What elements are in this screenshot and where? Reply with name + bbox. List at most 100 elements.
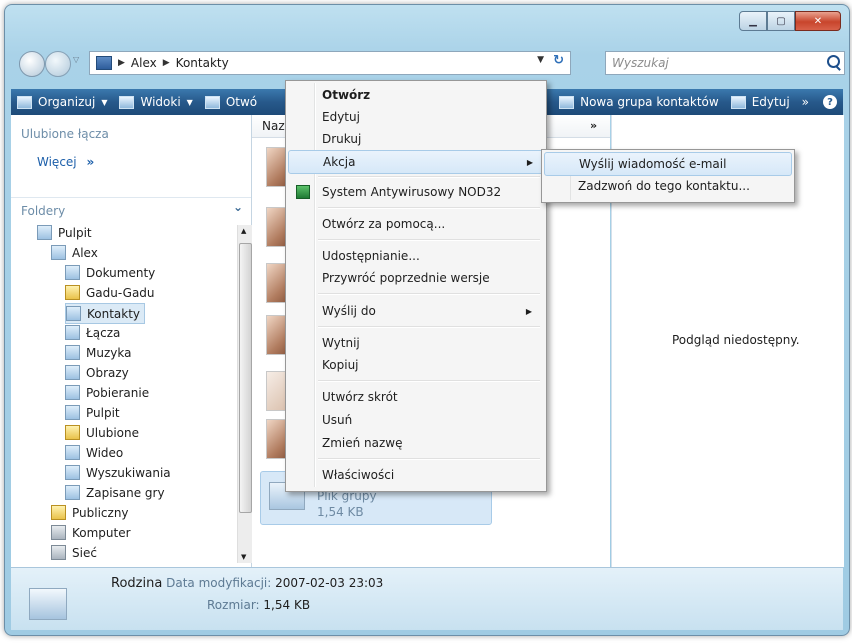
menu-item-delete[interactable]: Usuń	[288, 409, 542, 431]
menu-item-antivirus[interactable]: System Antywirusowy NOD32	[288, 181, 542, 203]
close-button[interactable]: ✕	[795, 11, 841, 31]
tree-item[interactable]: Łącza	[65, 323, 120, 342]
menu-item-open[interactable]: Otwórz	[288, 84, 542, 106]
open-button[interactable]: Otwó	[199, 89, 263, 115]
scroll-up-icon[interactable]: ▲	[241, 227, 246, 235]
collapse-chevron-icon[interactable]: ⌄	[233, 200, 243, 214]
tree-item[interactable]: Dokumenty	[65, 263, 155, 282]
tree-item[interactable]: Komputer	[51, 523, 131, 542]
menu-item-print[interactable]: Drukuj	[288, 128, 542, 150]
menu-item-label: Drukuj	[322, 132, 362, 146]
toolbar-overflow-button[interactable]: »	[796, 89, 815, 115]
folders-header: Foldery	[21, 204, 66, 218]
menu-item-send-email[interactable]: Wyślij wiadomość e-mail	[544, 152, 792, 176]
searches-icon	[65, 465, 80, 480]
edit-label: Edytuj	[751, 95, 790, 109]
search-icon[interactable]	[827, 55, 840, 68]
menu-item-create-shortcut[interactable]: Utwórz skrót	[288, 386, 542, 408]
menu-item-sharing[interactable]: Udostępnianie...	[288, 245, 542, 267]
folder-icon	[65, 285, 80, 300]
menu-item-label: Otwórz za pomocą...	[322, 217, 446, 231]
tree-item[interactable]: Zapisane gry	[65, 483, 165, 502]
breadcrumb-separator-icon[interactable]: ▶	[118, 58, 125, 68]
new-group-button[interactable]: Nowa grupa kontaktów	[553, 89, 725, 115]
menu-separator	[318, 207, 540, 209]
submenu-arrow-icon: ▶	[525, 306, 532, 316]
minimize-button[interactable]: ▁	[739, 11, 767, 31]
maximize-button[interactable]: ▢	[767, 11, 795, 31]
tree-item[interactable]: Alex	[51, 243, 98, 262]
back-button[interactable]	[19, 51, 45, 77]
breadcrumb-kontakty[interactable]: Kontakty	[176, 56, 229, 70]
columns-more-button[interactable]: »	[590, 119, 597, 132]
search-input[interactable]: Wyszukaj	[605, 51, 845, 75]
scrollbar-thumb[interactable]	[239, 243, 252, 513]
tree-item-label: Publiczny	[72, 505, 129, 520]
scroll-down-icon[interactable]: ▼	[241, 553, 246, 561]
menu-item-action[interactable]: Akcja ▶	[288, 150, 544, 174]
search-placeholder: Wyszukaj	[612, 56, 669, 70]
new-group-label: Nowa grupa kontaktów	[580, 95, 719, 109]
views-label: Widoki	[140, 95, 181, 109]
menu-separator	[318, 239, 540, 241]
documents-icon	[65, 265, 80, 280]
menu-item-call-contact[interactable]: Zadzwoń do tego kontaktu...	[544, 175, 790, 197]
menu-item-rename[interactable]: Zmień nazwę	[288, 432, 542, 454]
menu-item-label: Przywróć poprzednie wersje	[322, 271, 490, 285]
tree-item[interactable]: Obrazy	[65, 363, 129, 382]
tree-item-label: Gadu-Gadu	[86, 285, 155, 300]
tree-item[interactable]: Pobieranie	[65, 383, 149, 402]
edit-icon	[730, 95, 746, 109]
address-dropdown-icon[interactable]: ▼	[537, 55, 544, 65]
menu-item-edit[interactable]: Edytuj	[288, 106, 542, 128]
tree-item[interactable]: Sieć	[51, 543, 97, 562]
menu-item-label: Zmień nazwę	[322, 436, 403, 450]
favorites-more-link[interactable]: Więcej »	[37, 155, 94, 169]
tree-item[interactable]: Ulubione	[65, 423, 139, 442]
tree-item[interactable]: Muzyka	[65, 343, 131, 362]
breadcrumb-separator-icon[interactable]: ▶	[163, 58, 170, 68]
tree-item-label: Ulubione	[86, 425, 140, 440]
recent-pages-chevron-icon[interactable]: ▽	[73, 55, 79, 64]
menu-item-label: Zadzwoń do tego kontaktu...	[578, 179, 750, 193]
contacts-folder-icon	[96, 56, 112, 70]
menu-item-properties[interactable]: Właściwości	[288, 464, 542, 486]
tree-item[interactable]: Publiczny	[51, 503, 129, 522]
submenu-arrow-icon: ▶	[526, 157, 533, 167]
tree-item[interactable]: Pulpit	[37, 223, 92, 242]
nod32-icon	[296, 185, 310, 199]
context-menu: Otwórz Edytuj Drukuj Akcja ▶ System Antyw…	[285, 80, 547, 492]
tree-item[interactable]: Gadu-Gadu	[65, 283, 155, 302]
menu-item-copy[interactable]: Kopiuj	[288, 354, 542, 376]
computer-icon	[51, 525, 66, 540]
forward-button[interactable]	[45, 51, 71, 77]
folder-tree-scrollbar[interactable]: ▲ ▼	[237, 225, 252, 563]
tree-item-label: Alex	[72, 245, 98, 260]
refresh-icon[interactable]: ↻	[553, 53, 564, 68]
tree-item[interactable]: Pulpit	[65, 403, 120, 422]
size-label: Rozmiar:	[207, 598, 260, 612]
folders-header-bar[interactable]: Foldery ⌄	[11, 197, 251, 220]
chevron-down-icon: ▼	[101, 97, 108, 107]
address-bar[interactable]: ▶ Alex ▶ Kontakty ▼ ↻	[89, 51, 571, 75]
menu-item-send-to[interactable]: Wyślij do ▶	[288, 300, 542, 322]
open-icon	[204, 95, 220, 109]
views-button[interactable]: Widoki ▼	[113, 89, 198, 115]
network-icon	[51, 545, 66, 560]
menu-item-cut[interactable]: Wytnij	[288, 332, 542, 354]
tree-item-label: Wideo	[86, 445, 124, 460]
menu-separator	[318, 380, 540, 382]
organize-button[interactable]: Organizuj ▼	[11, 89, 113, 115]
help-icon[interactable]: ?	[823, 95, 837, 109]
tree-item[interactable]: Wyszukiwania	[65, 463, 171, 482]
edit-button[interactable]: Edytuj	[725, 89, 796, 115]
menu-item-open-with[interactable]: Otwórz za pomocą...	[288, 213, 542, 235]
size-value: 1,54 KB	[263, 598, 311, 612]
tree-item[interactable]: Wideo	[65, 443, 123, 462]
menu-item-label: Utwórz skrót	[322, 390, 398, 404]
breadcrumb-alex[interactable]: Alex	[131, 56, 157, 70]
preview-message: Podgląd niedostępny.	[672, 333, 800, 347]
tree-item-selected[interactable]: Kontakty	[65, 303, 146, 324]
menu-item-restore-versions[interactable]: Przywróć poprzednie wersje	[288, 267, 542, 289]
menu-item-label: Usuń	[322, 413, 353, 427]
